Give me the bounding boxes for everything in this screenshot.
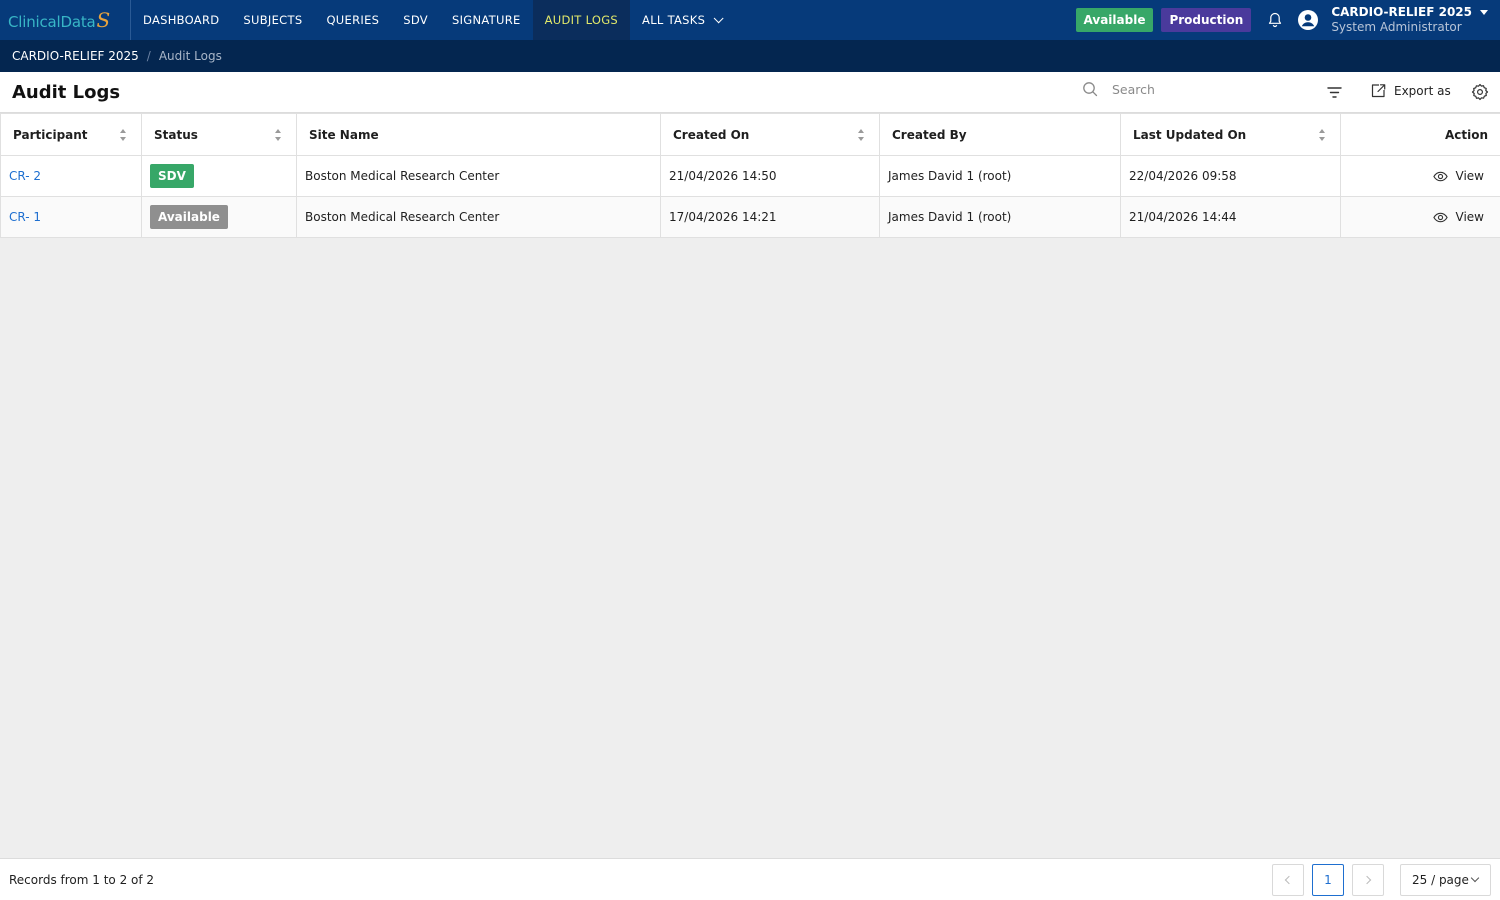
cell-status: SDV xyxy=(141,155,297,197)
user-role: System Administrator xyxy=(1331,20,1462,34)
sort-icon[interactable] xyxy=(1319,129,1326,141)
cell-site-name: Boston Medical Research Center xyxy=(296,155,661,197)
participant-link[interactable]: CR- 2 xyxy=(9,169,41,183)
page-size-select[interactable]: 25 / page xyxy=(1400,864,1491,896)
search-icon xyxy=(1083,82,1098,97)
nav-item-sdv[interactable]: SDV xyxy=(391,0,440,40)
breadcrumb: CARDIO-RELIEF 2025 / Audit Logs xyxy=(0,40,1500,72)
gear-icon[interactable] xyxy=(1471,83,1489,101)
cell-created-by: James David 1 (root) xyxy=(879,196,1121,238)
view-button[interactable]: View xyxy=(1349,169,1492,184)
table-row: CR- 2 SDV Boston Medical Research Center… xyxy=(0,155,1500,197)
next-page-button[interactable] xyxy=(1352,864,1384,896)
sort-icon[interactable] xyxy=(120,129,127,141)
column-header-site-name: Site Name xyxy=(296,113,661,156)
user-avatar-icon[interactable] xyxy=(1297,9,1319,31)
breadcrumb-current: Audit Logs xyxy=(158,49,222,63)
column-header-label: Participant xyxy=(13,127,88,142)
nav-item-all-tasks[interactable]: ALL TASKS xyxy=(630,0,732,40)
status-badge: Available xyxy=(150,205,228,229)
nav-item-all-tasks-label: ALL TASKS xyxy=(642,13,706,27)
view-label: View xyxy=(1455,169,1484,183)
nav-item-queries[interactable]: QUERIES xyxy=(314,0,391,40)
app-logo[interactable]: ClinicalDataS xyxy=(0,0,131,40)
breadcrumb-study[interactable]: CARDIO-RELIEF 2025 xyxy=(12,49,139,63)
cell-action: View xyxy=(1340,196,1500,238)
nav-right-area: Available Production CARDIO-RELIEF 2025 … xyxy=(1075,0,1500,40)
status-badge: SDV xyxy=(150,164,194,188)
column-header-label: Created On xyxy=(673,127,750,142)
column-header-action: Action xyxy=(1340,113,1500,156)
prev-page-button[interactable] xyxy=(1272,864,1304,896)
cell-participant: CR- 1 xyxy=(0,196,142,238)
cell-created-by: James David 1 (root) xyxy=(879,155,1121,197)
search-box xyxy=(1082,81,1292,97)
column-header-last-updated-on[interactable]: Last Updated On xyxy=(1120,113,1341,156)
export-icon xyxy=(1371,84,1386,98)
column-header-created-on[interactable]: Created On xyxy=(660,113,880,156)
filter-icon[interactable] xyxy=(1326,84,1343,101)
column-header-participant[interactable]: Participant xyxy=(0,113,142,156)
column-header-status[interactable]: Status xyxy=(141,113,297,156)
bell-icon[interactable] xyxy=(1267,12,1283,28)
cell-created-on: 21/04/2026 14:50 xyxy=(660,155,880,197)
chevron-down-icon xyxy=(713,12,724,23)
records-count: Records from 1 to 2 of 2 xyxy=(9,872,155,887)
environment-badge: Production xyxy=(1161,8,1252,32)
cell-last-updated-on: 21/04/2026 14:44 xyxy=(1120,196,1341,238)
table-header-row: Participant Status Site Name Created On … xyxy=(0,113,1500,156)
column-header-created-by: Created By xyxy=(879,113,1121,156)
chevron-right-icon xyxy=(1362,875,1372,885)
cell-status: Available xyxy=(141,196,297,238)
column-header-label: Site Name xyxy=(309,127,379,142)
nav-item-dashboard[interactable]: DASHBOARD xyxy=(131,0,231,40)
column-header-label: Action xyxy=(1444,127,1488,142)
caret-down-icon xyxy=(1480,10,1488,15)
logo-text: ClinicalDataS xyxy=(8,8,111,32)
view-label: View xyxy=(1455,210,1484,224)
nav-item-audit-logs[interactable]: AUDIT LOGS xyxy=(532,0,631,40)
export-button[interactable]: Export as xyxy=(1370,83,1451,99)
study-selector[interactable]: CARDIO-RELIEF 2025 System Administrator xyxy=(1331,5,1488,35)
cell-last-updated-on: 22/04/2026 09:58 xyxy=(1120,155,1341,197)
chevron-left-icon xyxy=(1284,875,1294,885)
sort-icon[interactable] xyxy=(275,129,282,141)
column-header-label: Created By xyxy=(892,127,967,142)
table-row: CR- 1 Available Boston Medical Research … xyxy=(0,196,1500,238)
eye-icon xyxy=(1432,171,1448,181)
search-input[interactable] xyxy=(1112,81,1292,97)
nav-item-subjects[interactable]: SUBJECTS xyxy=(231,0,314,40)
column-header-label: Last Updated On xyxy=(1133,127,1247,142)
study-name: CARDIO-RELIEF 2025 xyxy=(1331,5,1488,20)
export-label: Export as xyxy=(1394,84,1451,98)
chevron-down-icon xyxy=(1470,873,1480,883)
main-nav: DASHBOARD SUBJECTS QUERIES SDV SIGNATURE… xyxy=(131,0,732,40)
sort-icon[interactable] xyxy=(858,129,865,141)
page-title: Audit Logs xyxy=(12,81,121,103)
page-header: Audit Logs Export as xyxy=(0,72,1500,113)
participant-link[interactable]: CR- 1 xyxy=(9,210,41,224)
breadcrumb-separator: / xyxy=(146,49,151,63)
cell-action: View xyxy=(1340,155,1500,197)
pagination: 1 xyxy=(1272,864,1392,896)
view-button[interactable]: View xyxy=(1349,210,1492,225)
top-navbar: ClinicalDataS DASHBOARD SUBJECTS QUERIES… xyxy=(0,0,1500,40)
cell-site-name: Boston Medical Research Center xyxy=(296,196,661,238)
status-badge: Available xyxy=(1075,8,1154,32)
table-footer: Records from 1 to 2 of 2 1 25 / page xyxy=(0,858,1500,900)
nav-item-signature[interactable]: SIGNATURE xyxy=(440,0,533,40)
audit-logs-table: Participant Status Site Name Created On … xyxy=(0,113,1500,238)
cell-created-on: 17/04/2026 14:21 xyxy=(660,196,880,238)
page-size-value: 25 / page xyxy=(1412,873,1469,887)
page-button-current[interactable]: 1 xyxy=(1312,864,1344,896)
column-header-label: Status xyxy=(154,127,198,142)
eye-icon xyxy=(1432,212,1448,222)
cell-participant: CR- 2 xyxy=(0,155,142,197)
